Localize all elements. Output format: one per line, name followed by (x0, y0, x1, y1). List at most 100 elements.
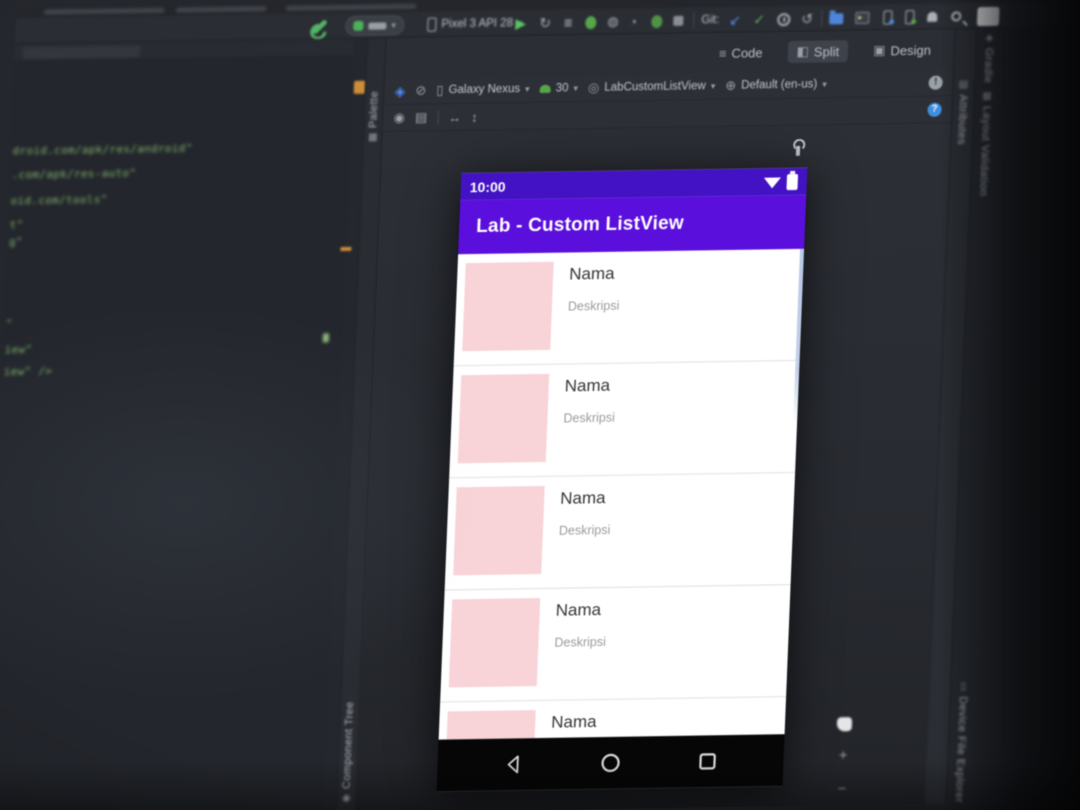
device-config-label: Galaxy Nexus (448, 83, 521, 97)
component-tree-tab[interactable]: ◉ Component Tree (340, 701, 357, 804)
notifications-bell-icon[interactable] (927, 4, 938, 30)
recents-button[interactable] (695, 749, 720, 773)
attributes-tab[interactable]: ▤ Attributes (955, 79, 970, 145)
screen-photo: ▾ Pixel 3 API 28 ▾ ▶ ↻ ≣ ◍ ◔ Git: ↙ ✓ ↺ … (0, 0, 1080, 810)
code-line[interactable]: .com/apk/res-auto" (11, 166, 136, 181)
item-thumbnail (448, 598, 541, 688)
tab-design[interactable]: ▣ Design (864, 39, 941, 62)
view-options-eye-icon[interactable]: ◉ (393, 110, 405, 126)
item-name: Nama (550, 712, 597, 732)
list-item[interactable]: Nama Deskripsi (449, 360, 800, 479)
apply-changes-button[interactable]: ↻ (539, 10, 552, 36)
profiler-icon[interactable]: ◔ (629, 8, 638, 34)
attributes-tab-label: Attributes (955, 94, 970, 146)
project-folder-icon[interactable] (829, 5, 844, 31)
item-description: Deskripsi (554, 634, 607, 650)
item-thumbnail (453, 485, 545, 576)
phone-preview[interactable]: 10:00 Lab - Custom ListView Nama Deskrip… (436, 167, 808, 792)
tab-code[interactable]: ≡ Code (710, 42, 773, 64)
search-everywhere-icon[interactable] (951, 3, 962, 29)
run-configuration-select[interactable]: ▾ (344, 15, 405, 37)
listview[interactable]: Nama Deskripsi Nama Deskripsi Nama Deskr… (438, 248, 805, 740)
menu-text-blur (176, 6, 267, 13)
code-line[interactable]: t" (9, 218, 23, 231)
debug-attach-icon[interactable] (651, 8, 663, 34)
gradle-tab[interactable]: ◈ Gradle (982, 33, 996, 84)
code-line[interactable]: " (5, 317, 12, 330)
list-item[interactable]: Nama Deskripsi (440, 585, 791, 703)
warning-stripe-marker[interactable] (340, 246, 352, 252)
error-count-badge[interactable]: ! (928, 75, 943, 90)
chevron-down-icon: ▾ (524, 83, 530, 94)
palette-tab-label: Palette (367, 90, 381, 128)
code-line[interactable]: droid.com/apk/res/android" (12, 141, 193, 157)
item-description: Deskripsi (558, 522, 611, 538)
theme-icon: ◎ (587, 80, 600, 96)
render-wrench-icon[interactable] (795, 145, 801, 156)
device-mirror-icon[interactable] (905, 4, 915, 30)
debug-button[interactable] (585, 9, 597, 35)
zoom-out-icon[interactable]: − (837, 780, 846, 797)
rollback-button[interactable]: ↺ (801, 6, 814, 32)
logcat-terminal-icon[interactable]: ▸ (855, 5, 870, 31)
home-button[interactable] (598, 751, 623, 775)
item-name: Nama (555, 600, 602, 620)
sync-icon[interactable]: ≣ (563, 9, 574, 35)
git-commit-button[interactable]: ✓ (753, 6, 766, 32)
code-line[interactable]: oid.com/tools" (10, 193, 107, 208)
api-level-select[interactable]: 30 ▾ (539, 82, 578, 95)
attach-debugger-icon[interactable]: ◍ (607, 9, 619, 35)
help-badge[interactable]: ? (927, 102, 942, 117)
code-line[interactable]: iew" /> (3, 365, 52, 379)
file-tab-blur (22, 45, 141, 60)
device-file-explorer-tab[interactable]: ▯ Device File Explorer (953, 681, 970, 803)
device-phone-icon (427, 17, 437, 32)
device-selector-label: Pixel 3 API 28 (441, 17, 514, 31)
device-file-explorer-tab-label: Device File Explorer (952, 696, 969, 804)
design-surface-icon[interactable]: ◈ (394, 83, 405, 100)
orientation-vertical-icon[interactable]: ↕ (471, 109, 478, 124)
item-description: Deskripsi (563, 410, 616, 426)
run-button[interactable]: ▶ (515, 10, 527, 36)
layout-variants-icon[interactable]: ▤ (415, 110, 428, 126)
chevron-down-icon: ▾ (710, 80, 716, 91)
git-update-button[interactable]: ↙ (729, 7, 742, 33)
list-item[interactable]: Nama Deskripsi (444, 473, 796, 591)
device-config-select[interactable]: ▯ Galaxy Nexus ▾ (436, 81, 530, 98)
zoom-in-icon[interactable]: + (838, 747, 847, 764)
toolbar-separator (436, 110, 439, 125)
split-mode-icon: ◧ (796, 43, 810, 59)
design-pane: ≡ Code ◧ Split ▣ Design ◈ ⊘ ▯ Galaxy Nex… (355, 29, 955, 810)
theme-select[interactable]: ◎ LabCustomListView ▾ (588, 78, 716, 96)
app-module-icon (353, 20, 364, 31)
item-thumbnail (457, 373, 550, 464)
code-line[interactable]: g" (9, 235, 23, 248)
locale-globe-icon: ⊕ (725, 77, 737, 94)
code-mode-icon: ≡ (718, 45, 727, 61)
back-button[interactable] (501, 752, 526, 776)
locale-select[interactable]: ⊕ Default (en-us) ▾ (725, 76, 827, 94)
toolbar-separator (693, 12, 695, 29)
build-hammer-icon[interactable] (311, 18, 328, 35)
list-item[interactable]: Nama Deskripsi (453, 248, 805, 367)
history-button[interactable] (777, 6, 791, 32)
toolbar-separator (820, 10, 823, 27)
code-editor[interactable]: droid.com/apk/res/android" .com/apk/res-a… (0, 38, 355, 810)
code-line[interactable]: iew" (4, 343, 32, 356)
device-file-explorer-icon: ▯ (957, 681, 970, 693)
sync-device-icon[interactable] (883, 4, 893, 30)
layout-validation-tab[interactable]: ▦ Layout Validation (977, 91, 993, 197)
tab-split[interactable]: ◧ Split (787, 40, 849, 64)
item-name: Nama (559, 487, 606, 508)
palette-tab[interactable]: ▦ Palette (367, 90, 381, 143)
design-canvas[interactable]: 10:00 Lab - Custom ListView Nama Deskrip… (355, 123, 952, 810)
locale-label: Default (en-us) (740, 78, 818, 92)
orientation-horizontal-icon[interactable]: ↔ (448, 110, 462, 125)
stop-button[interactable] (673, 8, 684, 34)
device-selector[interactable]: Pixel 3 API 28 ▾ (427, 10, 523, 38)
zoom-to-fit-icon[interactable] (836, 717, 853, 732)
list-item[interactable]: Nama Deskripsi (438, 697, 787, 740)
menu-text-blur (286, 3, 417, 11)
android-studio-window: ▾ Pixel 3 API 28 ▾ ▶ ↻ ≣ ◍ ◔ Git: ↙ ✓ ↺ … (0, 0, 1080, 810)
orientation-icon[interactable]: ⊘ (415, 83, 427, 99)
